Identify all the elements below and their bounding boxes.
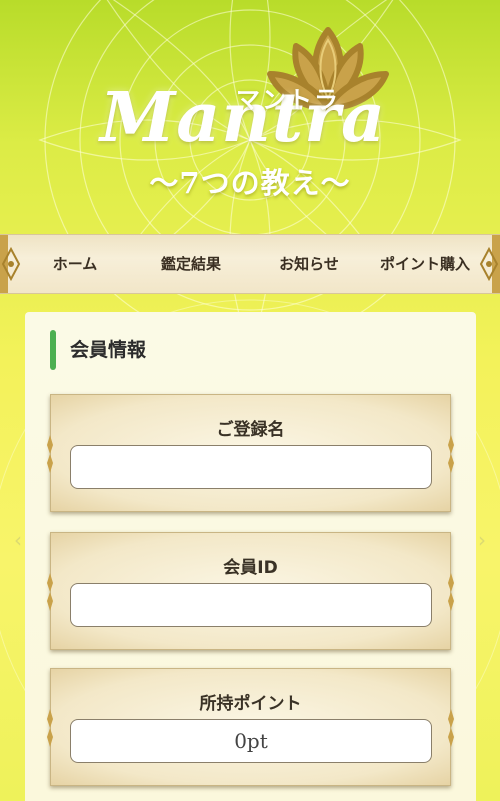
points-field[interactable]: 0pt [70, 719, 432, 763]
member-id-card: 会員ID [47, 532, 454, 650]
card-ornament-icon [448, 709, 454, 747]
card-ornament-icon [47, 573, 53, 611]
logo-subtitle: 〜7つの教え〜 [149, 166, 351, 200]
card-ornament-icon [448, 573, 454, 611]
member-id-field[interactable] [70, 583, 432, 627]
header: Mantra マントラ 〜7つの教え〜 [0, 0, 500, 234]
section-title: 会員情報 [70, 339, 147, 361]
registered-name-label: ご登録名 [216, 420, 285, 440]
nav-reading-results[interactable]: 鑑定結果 [138, 235, 244, 293]
nav-ornament-left-icon [0, 235, 21, 293]
logo-katakana: マントラ [236, 86, 340, 114]
card-ornament-icon [47, 709, 53, 747]
chevron-right-icon: › [478, 528, 486, 552]
nav-buy-points[interactable]: ポイント購入 [370, 235, 480, 293]
card-ornament-icon [47, 435, 53, 473]
member-id-label: 会員ID [223, 558, 278, 578]
registered-name-card: ご登録名 [47, 394, 454, 512]
main-nav: ホーム 鑑定結果 お知らせ ポイント購入 [0, 234, 500, 294]
chevron-left-icon: ‹ [14, 528, 22, 552]
points-card: 所持ポイント 0pt [47, 668, 454, 786]
points-label: 所持ポイント [199, 694, 302, 714]
member-info-panel: 会員情報 ご登録名 会員ID 所持ポイント 0pt [25, 312, 476, 801]
nav-ornament-right-icon [479, 235, 500, 293]
nav-news[interactable]: お知らせ [258, 235, 360, 293]
registered-name-field[interactable] [70, 445, 432, 489]
card-ornament-icon [448, 435, 454, 473]
nav-home[interactable]: ホーム [24, 235, 126, 293]
